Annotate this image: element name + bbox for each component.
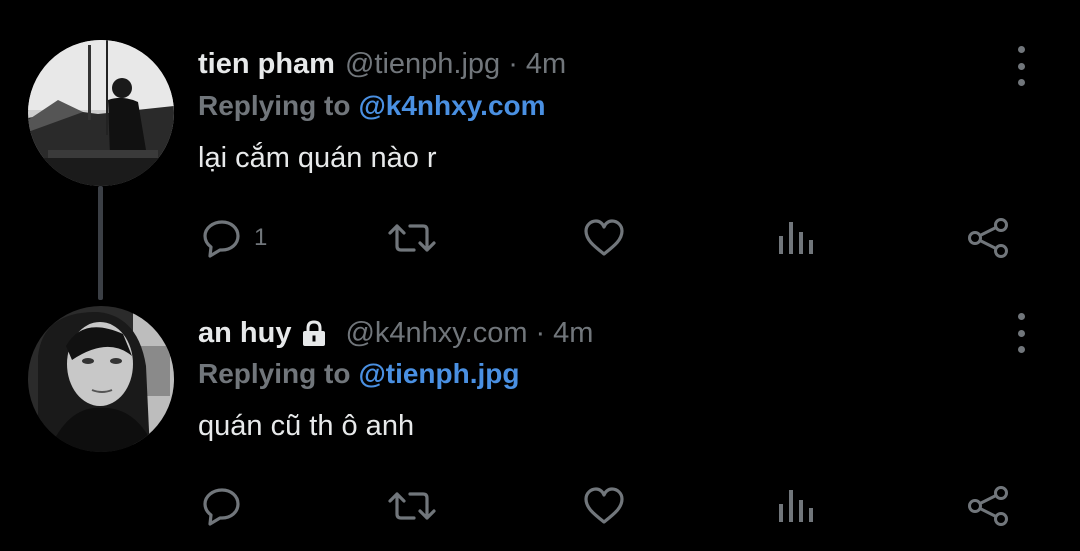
views-icon xyxy=(779,490,813,522)
more-icon[interactable] xyxy=(1010,313,1032,353)
retweet-icon xyxy=(388,224,436,252)
share-button[interactable] xyxy=(966,484,1010,528)
like-button[interactable] xyxy=(582,216,626,260)
reply-icon xyxy=(203,488,240,526)
timestamp[interactable]: 4m xyxy=(553,317,593,350)
like-icon xyxy=(584,487,624,524)
reply-button[interactable]: 1 xyxy=(200,216,267,260)
display-name[interactable]: tien pham xyxy=(198,48,335,81)
tweet-text: quán cũ th ô anh xyxy=(198,410,415,442)
share-button[interactable] xyxy=(966,216,1010,260)
retweet-icon xyxy=(388,492,436,520)
replying-to-link[interactable]: @tienph.jpg xyxy=(358,358,519,389)
separator: · xyxy=(535,316,546,349)
avatar[interactable] xyxy=(28,40,174,186)
views-button[interactable] xyxy=(776,216,816,260)
replying-to-label: Replying to xyxy=(198,358,351,389)
replying-to-label: Replying to xyxy=(198,90,351,121)
action-bar xyxy=(0,484,1080,528)
more-icon[interactable] xyxy=(1010,46,1032,86)
tweet[interactable]: tien pham @tienph.jpg · 4m Replying to @k… xyxy=(0,0,1080,300)
like-icon xyxy=(584,219,624,256)
username[interactable]: @tienph.jpg xyxy=(345,48,500,81)
retweet-button[interactable] xyxy=(386,216,438,260)
replying-to: Replying to @tienph.jpg xyxy=(198,358,520,394)
tweet-text: lại cắm quán nào r xyxy=(198,142,437,174)
lock-icon xyxy=(299,318,329,348)
separator: · xyxy=(508,47,518,80)
timestamp[interactable]: 4m xyxy=(526,48,566,81)
reply-button[interactable] xyxy=(200,484,254,528)
replying-to: Replying to @k4nhxy.com xyxy=(198,90,546,126)
share-icon xyxy=(968,486,1008,526)
reply-icon xyxy=(203,220,240,258)
like-button[interactable] xyxy=(582,484,626,528)
retweet-button[interactable] xyxy=(386,484,438,528)
tweet-header: an huy @k4nhxy.com · 4m xyxy=(198,313,593,353)
views-button[interactable] xyxy=(776,484,816,528)
tweet-header: tien pham @tienph.jpg · 4m xyxy=(198,44,566,84)
share-icon xyxy=(968,218,1008,258)
avatar[interactable] xyxy=(28,306,174,452)
views-icon xyxy=(779,222,813,254)
reply-count: 1 xyxy=(254,224,268,251)
replying-to-link[interactable]: @k4nhxy.com xyxy=(358,90,545,121)
display-name[interactable]: an huy xyxy=(198,317,291,350)
tweet[interactable]: an huy @k4nhxy.com · 4m Replying to @tien… xyxy=(0,300,1080,551)
action-bar: 1 xyxy=(0,216,1080,260)
username[interactable]: @k4nhxy.com xyxy=(345,317,527,350)
